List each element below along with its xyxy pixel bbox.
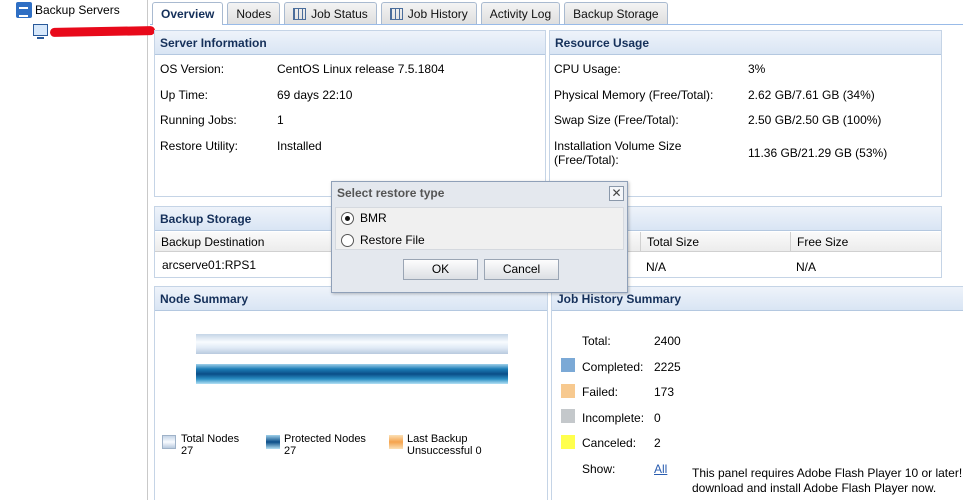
storage-row-destination[interactable]: arcserve01:RPS1 bbox=[162, 258, 256, 272]
tree-item-backup-servers[interactable]: Backup Servers bbox=[16, 1, 120, 19]
os-version-value: CentOS Linux release 7.5.1804 bbox=[277, 62, 445, 76]
os-version-label: OS Version: bbox=[160, 62, 225, 76]
close-icon[interactable]: ✕ bbox=[609, 186, 624, 201]
show-all-link[interactable]: All bbox=[654, 462, 667, 476]
node-summary-panel: Node Summary Total Nodes 27 Protected No… bbox=[154, 286, 548, 500]
radio-label: BMR bbox=[360, 211, 387, 225]
flash-player-notice: This panel requires Adobe Flash Player 1… bbox=[692, 466, 962, 496]
tab-overview[interactable]: Overview bbox=[152, 2, 224, 25]
server-info-panel: Server Information OS Version: CentOS Li… bbox=[154, 30, 546, 197]
legend-value: 27 bbox=[181, 445, 194, 457]
computer-icon bbox=[33, 24, 48, 39]
legend-protected-nodes: Protected Nodes 27 bbox=[284, 433, 366, 457]
tab-job-status[interactable]: Job Status bbox=[284, 2, 377, 24]
canceled-value: 2 bbox=[654, 436, 661, 450]
storage-row-free-size: N/A bbox=[796, 260, 817, 274]
canceled-label: Canceled: bbox=[582, 436, 637, 450]
canceled-swatch bbox=[561, 435, 575, 449]
storage-row-total-size: N/A bbox=[646, 260, 667, 274]
select-restore-type-dialog: Select restore type ✕ BMR Restore File O… bbox=[331, 181, 628, 293]
job-history-icon bbox=[389, 7, 403, 20]
completed-label: Completed: bbox=[582, 360, 644, 374]
legend-value: Unsuccessful 0 bbox=[407, 445, 482, 457]
tree-item-server[interactable] bbox=[33, 22, 48, 40]
flash-notice-link[interactable]: download and install Adobe Flash Player … bbox=[692, 481, 962, 496]
job-status-icon bbox=[293, 7, 307, 20]
show-label: Show: bbox=[582, 462, 616, 476]
tab-label: Overview bbox=[161, 7, 215, 21]
legend-label: Protected Nodes bbox=[284, 433, 366, 445]
redaction-mark bbox=[49, 26, 156, 37]
tab-nodes[interactable]: Nodes bbox=[227, 2, 281, 24]
tab-label: Activity Log bbox=[489, 6, 552, 21]
uptime-value: 69 days 22:10 bbox=[277, 88, 353, 102]
installation-volume-label: Installation Volume Size (Free/Total): bbox=[554, 139, 682, 167]
incomplete-swatch bbox=[561, 409, 575, 423]
cpu-usage-label: CPU Usage: bbox=[554, 62, 621, 76]
radio-selected-icon[interactable] bbox=[341, 211, 354, 225]
completed-value: 2225 bbox=[654, 360, 681, 374]
legend-last-backup: Last Backup Unsuccessful 0 bbox=[407, 433, 482, 457]
radio-label: Restore File bbox=[360, 233, 425, 247]
failed-label: Failed: bbox=[582, 385, 619, 399]
radio-option-restore-file[interactable]: Restore File bbox=[341, 233, 425, 247]
protected-nodes-swatch bbox=[266, 435, 280, 449]
tab-bar: Overview Nodes Job Status Job History Ac… bbox=[152, 2, 672, 25]
incomplete-label: Incomplete: bbox=[582, 411, 645, 425]
ok-button[interactable]: OK bbox=[403, 259, 478, 280]
tab-label: Job History bbox=[407, 6, 468, 21]
flash-notice-line: This panel requires Adobe Flash Player 1… bbox=[692, 466, 963, 480]
app-root: Backup Servers Overview Nodes Job Status… bbox=[0, 0, 963, 500]
sidebar-tree: Backup Servers bbox=[0, 0, 148, 500]
panel-title: Resource Usage bbox=[550, 31, 941, 55]
failed-value: 173 bbox=[654, 385, 675, 399]
tab-job-history[interactable]: Job History bbox=[380, 2, 477, 24]
total-nodes-bar bbox=[196, 334, 508, 354]
dialog-title: Select restore type bbox=[337, 186, 445, 200]
dialog-body: BMR Restore File bbox=[335, 207, 624, 250]
tree-item-label: Backup Servers bbox=[35, 3, 120, 17]
physical-memory-label: Physical Memory (Free/Total): bbox=[554, 88, 714, 102]
resource-usage-panel: Resource Usage CPU Usage: 3% Physical Me… bbox=[549, 30, 942, 197]
total-value: 2400 bbox=[654, 334, 681, 348]
tab-strip-divider bbox=[150, 24, 963, 25]
running-jobs-value: 1 bbox=[277, 113, 284, 127]
restore-utility-value: Installed bbox=[277, 139, 322, 153]
cpu-usage-value: 3% bbox=[748, 62, 766, 76]
running-jobs-label: Running Jobs: bbox=[160, 113, 237, 127]
tab-backup-storage[interactable]: Backup Storage bbox=[564, 2, 668, 24]
failed-swatch bbox=[561, 384, 575, 398]
panel-title: Server Information bbox=[155, 31, 545, 55]
legend-value: 27 bbox=[284, 445, 297, 457]
physical-memory-value: 2.62 GB/7.61 GB (34%) bbox=[748, 88, 875, 102]
swap-size-label: Swap Size (Free/Total): bbox=[554, 113, 679, 127]
column-header-free-size[interactable]: Free Size bbox=[791, 232, 941, 251]
tab-label: Backup Storage bbox=[573, 6, 659, 21]
last-backup-swatch bbox=[389, 435, 403, 449]
uptime-label: Up Time: bbox=[160, 88, 209, 102]
radio-option-bmr[interactable]: BMR bbox=[341, 211, 387, 225]
legend-label: Last Backup bbox=[407, 433, 468, 445]
installation-volume-value: 11.36 GB/21.29 GB (53%) bbox=[748, 146, 888, 160]
incomplete-value: 0 bbox=[654, 411, 661, 425]
column-header-total-size[interactable]: Total Size bbox=[641, 232, 791, 251]
total-label: Total: bbox=[582, 334, 611, 348]
tab-label: Job Status bbox=[311, 6, 368, 21]
backup-servers-icon bbox=[16, 2, 32, 18]
tab-activity-log[interactable]: Activity Log bbox=[480, 2, 561, 24]
swap-size-value: 2.50 GB/2.50 GB (100%) bbox=[748, 113, 882, 127]
restore-utility-label: Restore Utility: bbox=[160, 139, 239, 153]
legend-label: Total Nodes bbox=[181, 433, 240, 445]
completed-swatch bbox=[561, 358, 575, 372]
tab-label: Nodes bbox=[236, 6, 272, 21]
cancel-button[interactable]: Cancel bbox=[484, 259, 559, 280]
total-nodes-swatch bbox=[162, 435, 176, 449]
protected-nodes-bar bbox=[196, 364, 508, 384]
legend-total-nodes: Total Nodes 27 bbox=[181, 433, 239, 457]
radio-unselected-icon[interactable] bbox=[341, 233, 354, 247]
